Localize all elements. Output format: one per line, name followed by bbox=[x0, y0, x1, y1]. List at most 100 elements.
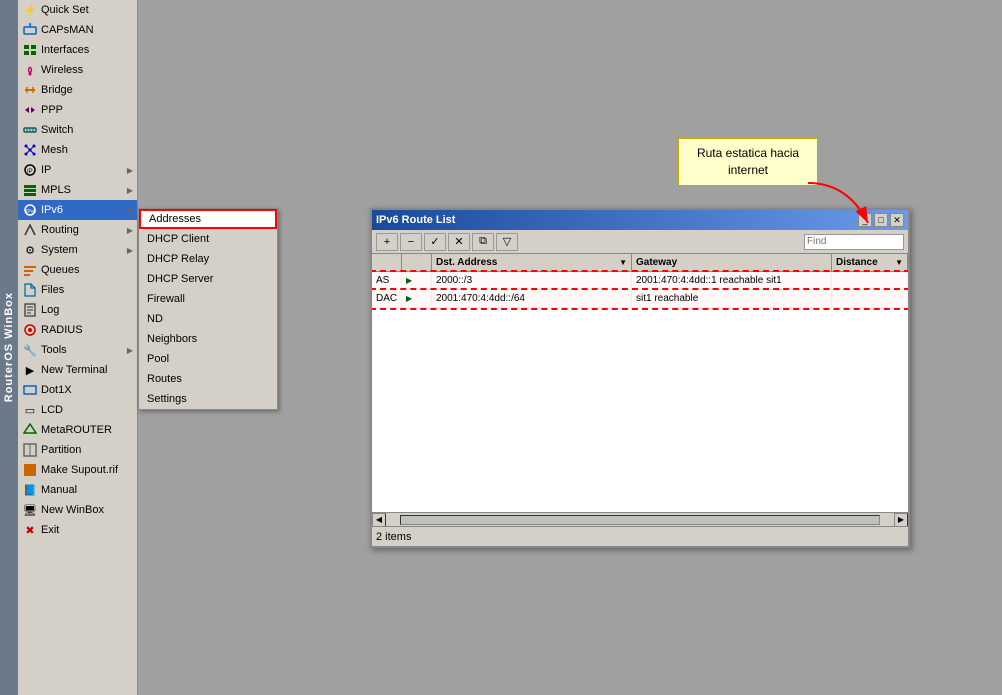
sidebar-label-wireless: Wireless bbox=[41, 64, 133, 76]
cross-button[interactable]: ✕ bbox=[448, 233, 470, 251]
dot1x-icon bbox=[22, 382, 38, 398]
play-icon-2: ▶ bbox=[406, 294, 412, 303]
sidebar-item-routing[interactable]: Routing ▶ bbox=[18, 220, 137, 240]
sidebar-item-capsman[interactable]: CAPsMAN bbox=[18, 20, 137, 40]
submenu-item-firewall[interactable]: Firewall bbox=[139, 289, 277, 309]
scroll-left-button[interactable]: ◀ bbox=[372, 513, 386, 527]
submenu-item-routes[interactable]: Routes bbox=[139, 369, 277, 389]
route-table: Dst. Address ▼ Gateway Distance ▼ AS ▶ 2… bbox=[372, 254, 908, 520]
tooltip-arrow bbox=[798, 178, 878, 238]
sidebar-item-files[interactable]: Files bbox=[18, 280, 137, 300]
cell-dist-2 bbox=[832, 290, 908, 307]
sidebar-item-radius[interactable]: RADIUS bbox=[18, 320, 137, 340]
sidebar-label-capsman: CAPsMAN bbox=[41, 24, 133, 36]
new-winbox-icon: 🖥 bbox=[22, 502, 38, 518]
submenu-label-routes: Routes bbox=[147, 373, 182, 385]
copy-button[interactable]: ⧉ bbox=[472, 233, 494, 251]
lcd-icon: ▭ bbox=[22, 402, 38, 418]
sidebar-label-quick-set: Quick Set bbox=[41, 4, 133, 16]
sidebar-item-wireless[interactable]: Wireless bbox=[18, 60, 137, 80]
submenu-item-dhcp-relay[interactable]: DHCP Relay bbox=[139, 249, 277, 269]
submenu-item-nd[interactable]: ND bbox=[139, 309, 277, 329]
check-button[interactable]: ✓ bbox=[424, 233, 446, 251]
sidebar-item-dot1x[interactable]: Dot1X bbox=[18, 380, 137, 400]
routing-arrow: ▶ bbox=[127, 226, 133, 235]
submenu-item-dhcp-client[interactable]: DHCP Client bbox=[139, 229, 277, 249]
col-distance-label: Distance bbox=[836, 257, 878, 268]
sidebar-label-tools: Tools bbox=[41, 344, 127, 356]
sidebar-item-new-terminal[interactable]: ▶ New Terminal bbox=[18, 360, 137, 380]
sidebar-item-ppp[interactable]: PPP bbox=[18, 100, 137, 120]
sidebar-item-system[interactable]: ⚙ System ▶ bbox=[18, 240, 137, 260]
sidebar-item-lcd[interactable]: ▭ LCD bbox=[18, 400, 137, 420]
submenu-item-neighbors[interactable]: Neighbors bbox=[139, 329, 277, 349]
sidebar-item-make-supout[interactable]: Make Supout.rif bbox=[18, 460, 137, 480]
sidebar-label-system: System bbox=[41, 244, 127, 256]
sidebar-label-radius: RADIUS bbox=[41, 324, 133, 336]
wireless-icon bbox=[22, 62, 38, 78]
add-button[interactable]: + bbox=[376, 233, 398, 251]
sidebar-item-ip[interactable]: IP IP ▶ bbox=[18, 160, 137, 180]
ipv6-arrow: ▶ bbox=[127, 206, 133, 215]
sidebar-item-queues[interactable]: Queues bbox=[18, 260, 137, 280]
scroll-right-button[interactable]: ▶ bbox=[894, 513, 908, 527]
submenu-item-addresses[interactable]: Addresses bbox=[139, 209, 277, 229]
ip-icon: IP bbox=[22, 162, 38, 178]
dist-sort-icon: ▼ bbox=[895, 258, 903, 267]
winbox-label-text: RouterOS WinBox bbox=[3, 292, 15, 402]
sidebar-item-new-winbox[interactable]: 🖥 New WinBox bbox=[18, 500, 137, 520]
sidebar-item-exit[interactable]: ✖ Exit bbox=[18, 520, 137, 540]
window-statusbar: 2 items bbox=[372, 526, 908, 546]
sidebar-label-log: Log bbox=[41, 304, 133, 316]
sidebar-label-files: Files bbox=[41, 284, 133, 296]
sidebar-item-bridge[interactable]: Bridge bbox=[18, 80, 137, 100]
route-list-window: IPv6 Route List _ □ ✕ + − ✓ ✕ ⧉ ▽ Dst. A… bbox=[370, 208, 910, 548]
log-icon bbox=[22, 302, 38, 318]
interfaces-icon bbox=[22, 42, 38, 58]
sidebar-item-metarouter[interactable]: MetaROUTER bbox=[18, 420, 137, 440]
sidebar-label-exit: Exit bbox=[41, 524, 133, 536]
mpls-arrow: ▶ bbox=[127, 186, 133, 195]
cell-gw-1: 2001:470:4:4dd::1 reachable sit1 bbox=[632, 272, 832, 289]
submenu-label-dhcp-client: DHCP Client bbox=[147, 233, 209, 245]
sidebar-item-manual[interactable]: 📘 Manual bbox=[18, 480, 137, 500]
cell-gw-2: sit1 reachable bbox=[632, 290, 832, 307]
routing-icon bbox=[22, 222, 38, 238]
sidebar-item-ipv6[interactable]: IPv6 IPv6 ▶ bbox=[18, 200, 137, 220]
table-row[interactable]: DAC ▶ 2001:470:4:4dd::/64 sit1 reachable bbox=[372, 290, 908, 308]
sidebar-item-mesh[interactable]: Mesh bbox=[18, 140, 137, 160]
sidebar-item-partition[interactable]: Partition bbox=[18, 440, 137, 460]
svg-text:IPv6: IPv6 bbox=[26, 209, 36, 215]
table-row[interactable]: AS ▶ 2000::/3 2001:470:4:4dd::1 reachabl… bbox=[372, 272, 908, 290]
sidebar-item-tools[interactable]: 🔧 Tools ▶ bbox=[18, 340, 137, 360]
sidebar-label-ip: IP bbox=[41, 164, 127, 176]
sidebar-item-log[interactable]: Log bbox=[18, 300, 137, 320]
col-type bbox=[372, 254, 402, 271]
dst-sort-icon: ▼ bbox=[619, 258, 627, 267]
sidebar-item-mpls[interactable]: MPLS ▶ bbox=[18, 180, 137, 200]
sidebar-label-switch: Switch bbox=[41, 124, 133, 136]
sidebar-item-switch[interactable]: Switch bbox=[18, 120, 137, 140]
submenu-label-dhcp-relay: DHCP Relay bbox=[147, 253, 209, 265]
submenu-item-settings[interactable]: Settings bbox=[139, 389, 277, 409]
sidebar-label-mpls: MPLS bbox=[41, 184, 127, 196]
sidebar-label-dot1x: Dot1X bbox=[41, 384, 133, 396]
sidebar-label-bridge: Bridge bbox=[41, 84, 133, 96]
close-button[interactable]: ✕ bbox=[890, 213, 904, 227]
scroll-track[interactable] bbox=[400, 515, 880, 525]
tooltip: Ruta estatica hacia internet bbox=[678, 138, 818, 186]
sidebar-label-ppp: PPP bbox=[41, 104, 133, 116]
filter-button[interactable]: ▽ bbox=[496, 233, 518, 251]
remove-button[interactable]: − bbox=[400, 233, 422, 251]
tooltip-text: Ruta estatica hacia internet bbox=[697, 146, 799, 177]
mpls-icon bbox=[22, 182, 38, 198]
submenu-item-pool[interactable]: Pool bbox=[139, 349, 277, 369]
sidebar-label-metarouter: MetaROUTER bbox=[41, 424, 133, 436]
bridge-icon bbox=[22, 82, 38, 98]
sidebar-label-lcd: LCD bbox=[41, 404, 133, 416]
sidebar-label-mesh: Mesh bbox=[41, 144, 133, 156]
submenu-item-dhcp-server[interactable]: DHCP Server bbox=[139, 269, 277, 289]
sidebar-item-interfaces[interactable]: Interfaces bbox=[18, 40, 137, 60]
ip-arrow: ▶ bbox=[127, 166, 133, 175]
sidebar-item-quick-set[interactable]: ⚡ Quick Set bbox=[18, 0, 137, 20]
